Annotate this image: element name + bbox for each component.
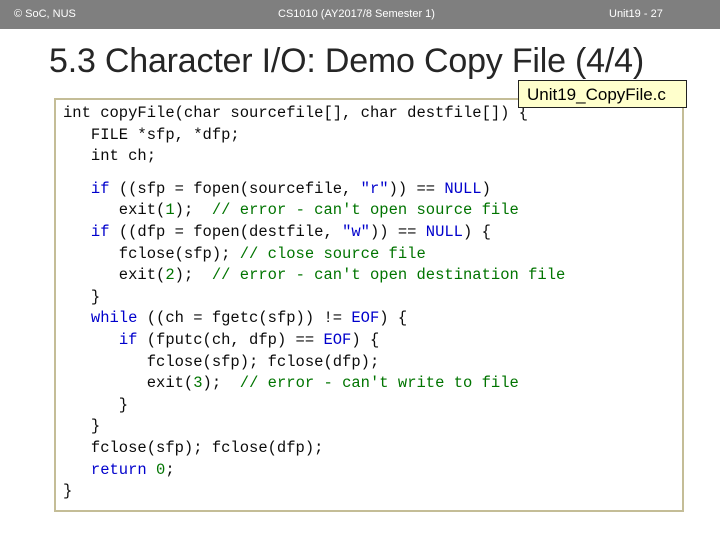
header-bar: © SoC, NUS CS1010 (AY2017/8 Semester 1) … [0, 0, 720, 29]
slide-title: 5.3 Character I/O: Demo Copy File (4/4) [49, 42, 644, 80]
code-line: } [63, 395, 129, 414]
code-line: exit(1); // error - can't open source fi… [63, 201, 519, 220]
header-course: CS1010 (AY2017/8 Semester 1) [278, 8, 435, 20]
code-line: while ((ch = fgetc(sfp)) != EOF) { [90, 309, 408, 328]
code-line: fclose(sfp); fclose(dfp); [63, 352, 380, 371]
header-page-number: Unit19 - 27 [609, 8, 663, 20]
code-line: fclose(sfp); fclose(dfp); [63, 438, 324, 457]
code-line: if (fputc(ch, dfp) == EOF) { [118, 330, 380, 349]
header-copyright: © SoC, NUS [14, 8, 76, 20]
code-line: int ch; [63, 147, 157, 166]
code-line: return 0; [90, 460, 175, 479]
code-line: } [63, 482, 73, 501]
code-line: int copyFile(char sourcefile[], char des… [63, 104, 529, 122]
code-listing: int copyFile(char sourcefile[], char des… [63, 103, 565, 503]
code-line: FILE *sfp, *dfp; [63, 125, 240, 144]
code-line: fclose(sfp); // close source file [63, 244, 426, 263]
code-line: } [63, 417, 101, 436]
code-line: if ((dfp = fopen(destfile, "w")) == NULL… [90, 222, 491, 241]
filename-label: Unit19_CopyFile.c [518, 80, 687, 108]
code-line: exit(3); // error - can't write to file [63, 374, 519, 393]
code-line: exit(2); // error - can't open destinati… [63, 266, 566, 285]
code-line: } [63, 287, 101, 306]
code-line: if ((sfp = fopen(sourcefile, "r")) == NU… [90, 179, 491, 198]
